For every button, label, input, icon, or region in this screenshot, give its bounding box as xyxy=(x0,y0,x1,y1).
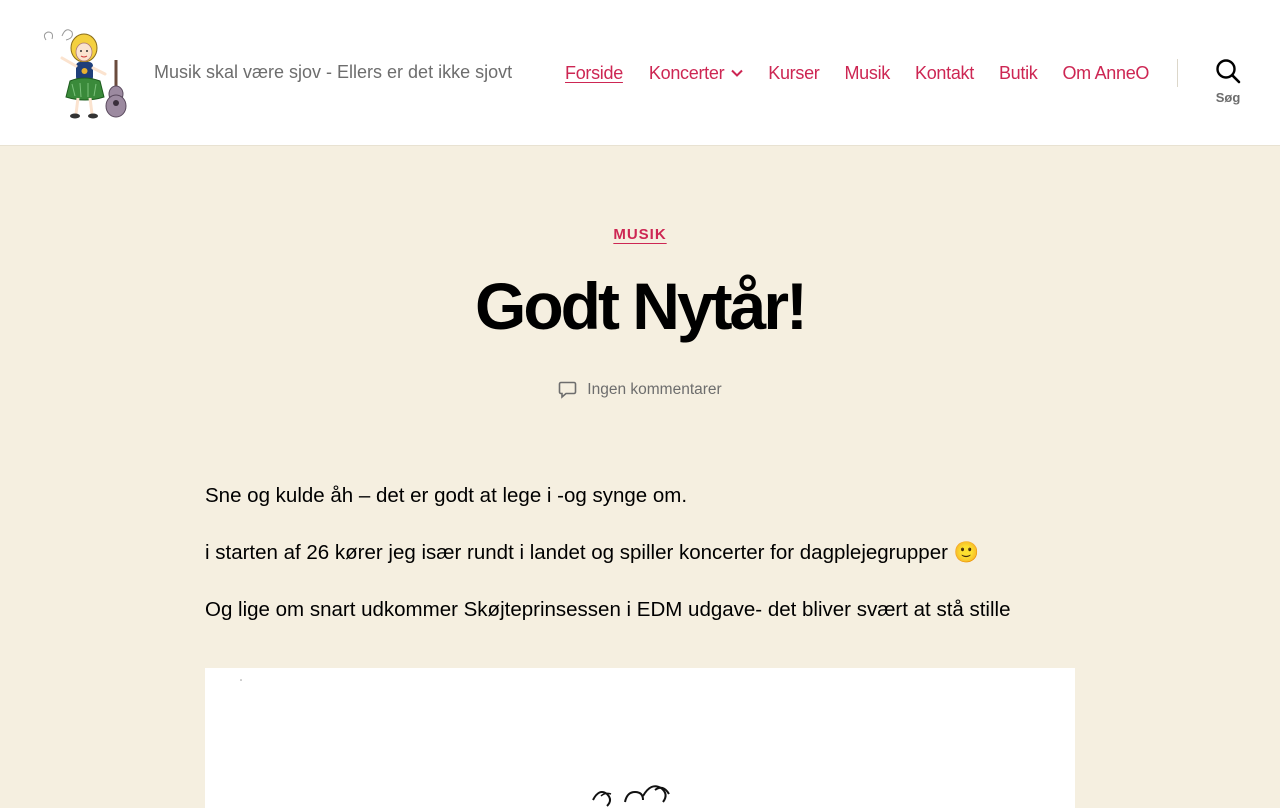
drawing-illustration xyxy=(240,679,670,807)
nav-item-koncerter[interactable]: Koncerter xyxy=(649,63,743,84)
search-toggle-button[interactable]: Søg xyxy=(1200,58,1256,110)
nav-item-kurser[interactable]: Kurser xyxy=(768,63,820,84)
logo-illustration xyxy=(43,29,127,119)
comment-icon xyxy=(558,381,577,399)
post-title: Godt Nytår! xyxy=(475,269,808,343)
post-category: MUSIK xyxy=(0,226,1280,244)
site-tagline: Musik skal være sjov - Ellers er det ikk… xyxy=(154,62,513,82)
site-header: Musik skal være sjov - Ellers er det ikk… xyxy=(0,0,1280,146)
post-image xyxy=(205,668,1075,808)
search-icon xyxy=(1216,59,1241,84)
nav-item-kontakt[interactable]: Kontakt xyxy=(915,63,974,84)
chevron-down-icon xyxy=(731,69,743,77)
comments-link[interactable]: Ingen kommentarer xyxy=(587,381,721,399)
category-link-musik[interactable]: MUSIK xyxy=(613,226,666,243)
nav-item-om-anneo[interactable]: Om AnneO xyxy=(1062,63,1149,84)
nav-item-label: Koncerter xyxy=(648,62,725,83)
post-content: Sne og kulde åh – det er godt at lege i … xyxy=(205,484,1075,655)
post-meta: Ingen kommentarer xyxy=(0,380,1280,399)
site-logo[interactable] xyxy=(40,26,128,120)
paragraph: i starten af 26 kører jeg især rundt i l… xyxy=(205,541,980,564)
paragraph: Og lige om snart udkommer Skøjteprinsess… xyxy=(205,598,1011,621)
search-label: Søg xyxy=(1215,90,1241,105)
primary-nav: Forside Koncerter Kurser Musik Kontakt B… xyxy=(565,61,1149,85)
nav-item-forside[interactable]: Forside xyxy=(565,63,623,84)
nav-item-butik[interactable]: Butik xyxy=(999,63,1038,84)
nav-item-musik[interactable]: Musik xyxy=(844,63,890,84)
paragraph: Sne og kulde åh – det er godt at lege i … xyxy=(205,484,688,507)
header-divider xyxy=(1177,59,1178,87)
